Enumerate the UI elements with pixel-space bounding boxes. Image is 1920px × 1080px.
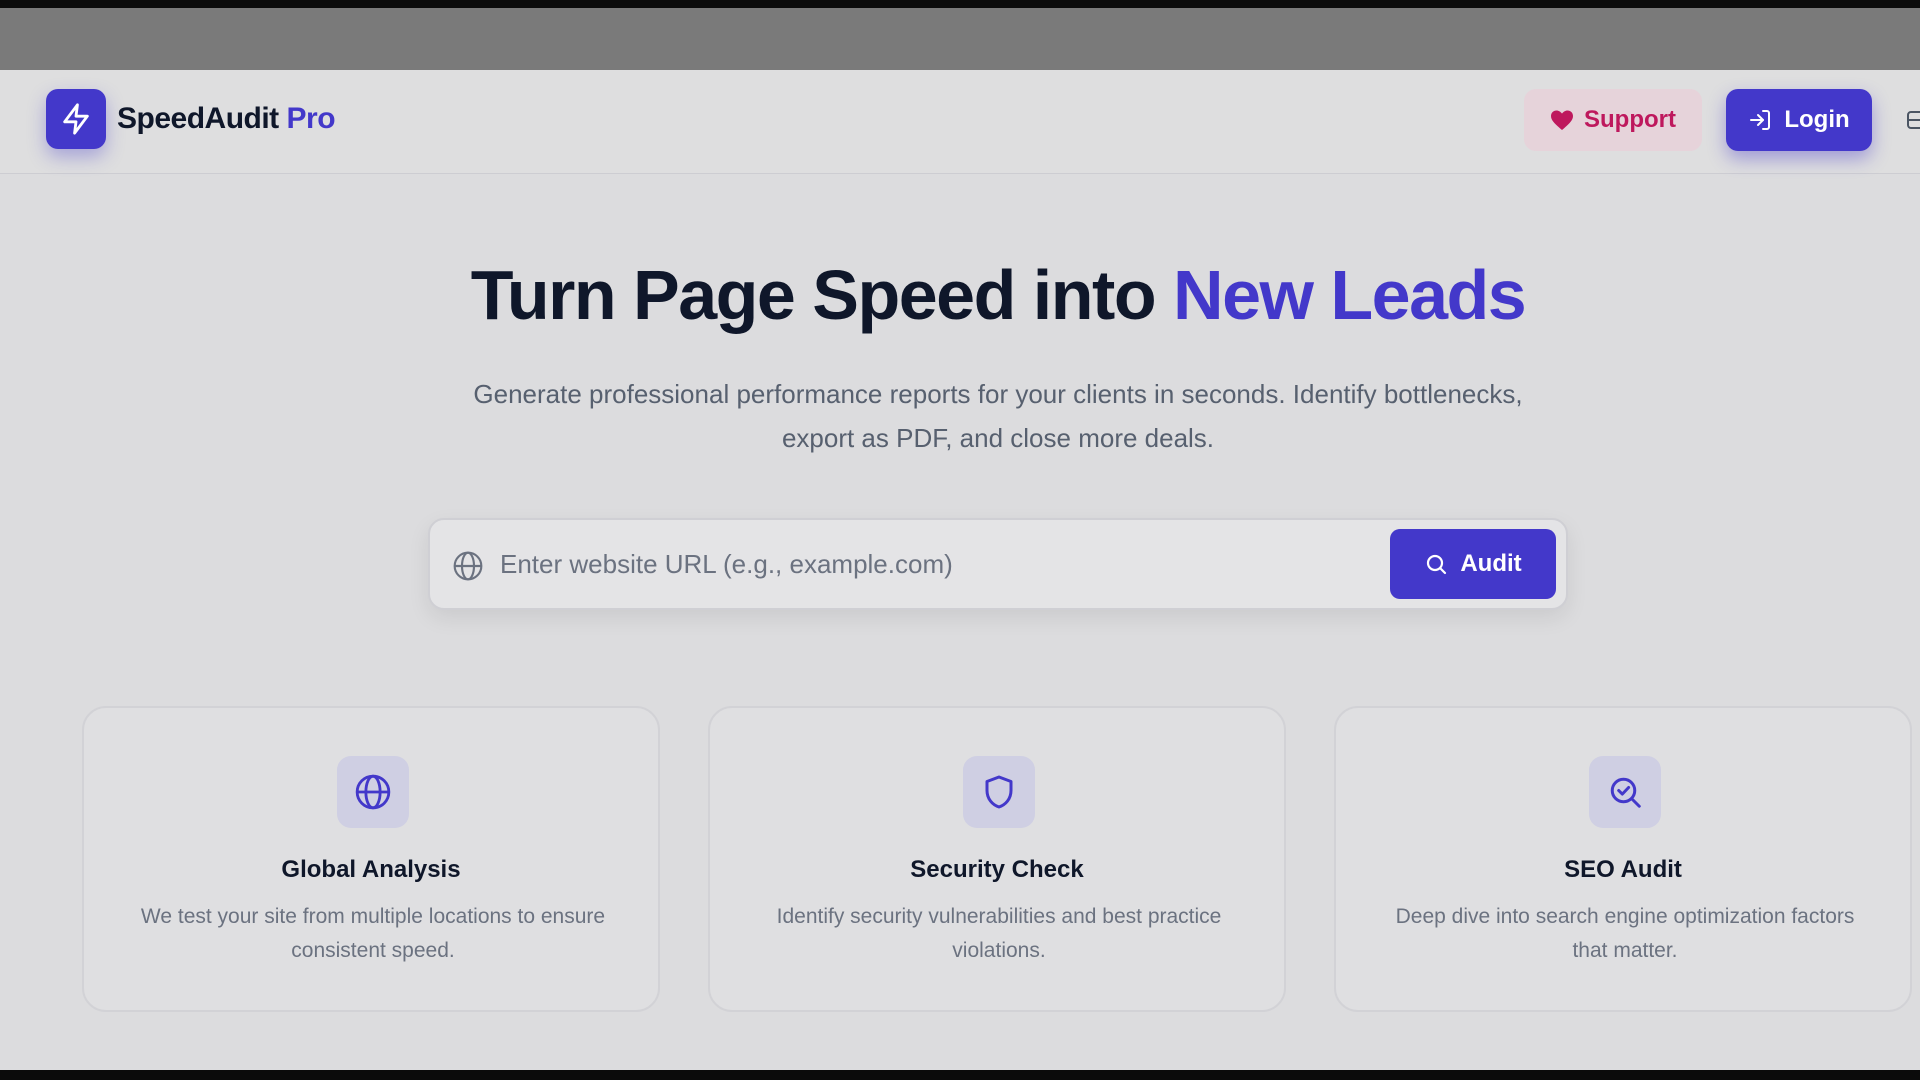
window-bottom-border [0,1070,1920,1080]
hero-title-accent: New Leads [1173,256,1527,334]
logo-button[interactable] [46,89,106,149]
audit-label: Audit [1460,550,1522,577]
login-button[interactable]: Login [1726,89,1872,151]
settings-icon[interactable] [1906,108,1920,132]
app-page: SpeedAudit Pro Support Login Turn Page S… [0,70,1920,1070]
globe-icon [355,774,391,810]
brand-name-text: SpeedAudit [117,102,279,135]
window-top-border [0,0,1920,8]
feature-description: Deep dive into search engine optimizatio… [1395,905,1855,962]
url-search-bar: Audit [428,518,1568,610]
feature-title: Security Check [910,856,1084,883]
feature-description: We test your site from multiple location… [140,905,606,962]
hero-title: Turn Page Speed into New Leads [0,255,1920,335]
audit-button[interactable]: Audit [1390,529,1556,599]
brand-name[interactable]: SpeedAudit Pro [117,102,336,136]
feature-icon-box [963,756,1035,828]
login-label: Login [1784,106,1850,133]
url-input[interactable] [500,536,1380,592]
feature-icon-box [337,756,409,828]
browser-chrome-strip [0,8,1920,70]
feature-title: SEO Audit [1564,856,1682,883]
support-label: Support [1584,106,1676,133]
top-navbar: SpeedAudit Pro Support Login [0,70,1920,174]
search-icon [1427,554,1447,575]
brand-suffix: Pro [286,102,336,135]
feature-icon-box [1589,756,1661,828]
shield-icon [985,775,1013,809]
feature-card-security-check: Security Check Identify security vulnera… [708,706,1286,1012]
feature-card-global-analysis: Global Analysis We test your site from m… [82,706,660,1012]
feature-description: Identify security vulnerabilities and be… [776,905,1222,962]
search-check-icon [1610,777,1641,808]
heart-icon [1551,110,1573,130]
support-button[interactable]: Support [1524,89,1702,151]
feature-title: Global Analysis [281,856,461,883]
log-in-icon [1750,110,1771,130]
globe-icon [453,551,483,581]
hero-title-main: Turn Page Speed into [470,256,1174,334]
feature-card-seo-audit: SEO Audit Deep dive into search engine o… [1334,706,1912,1012]
lightning-bolt-icon [63,103,89,135]
hero-subtitle: Generate professional performance report… [473,379,1523,453]
